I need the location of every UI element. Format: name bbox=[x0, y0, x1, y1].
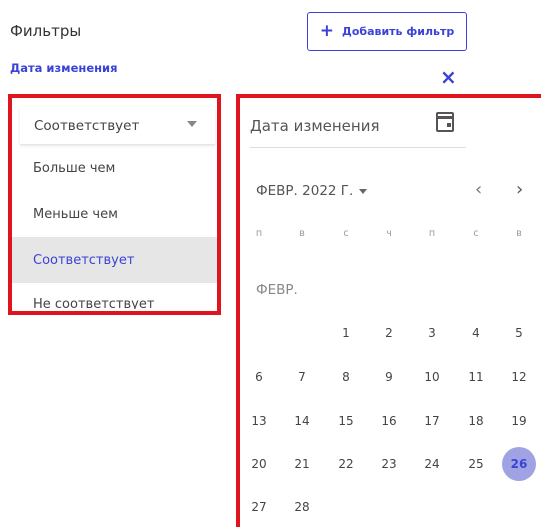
active-filter-link[interactable]: Дата изменения bbox=[10, 61, 118, 75]
add-filter-button[interactable]: + Добавить фильтр bbox=[307, 12, 467, 51]
add-filter-label: Добавить фильтр bbox=[342, 25, 455, 38]
close-icon[interactable]: × bbox=[440, 67, 457, 87]
highlight-frame-calendar bbox=[236, 94, 541, 527]
plus-icon: + bbox=[319, 21, 335, 41]
filters-title: Фильтры bbox=[10, 22, 82, 40]
highlight-frame-conditions bbox=[8, 94, 221, 315]
